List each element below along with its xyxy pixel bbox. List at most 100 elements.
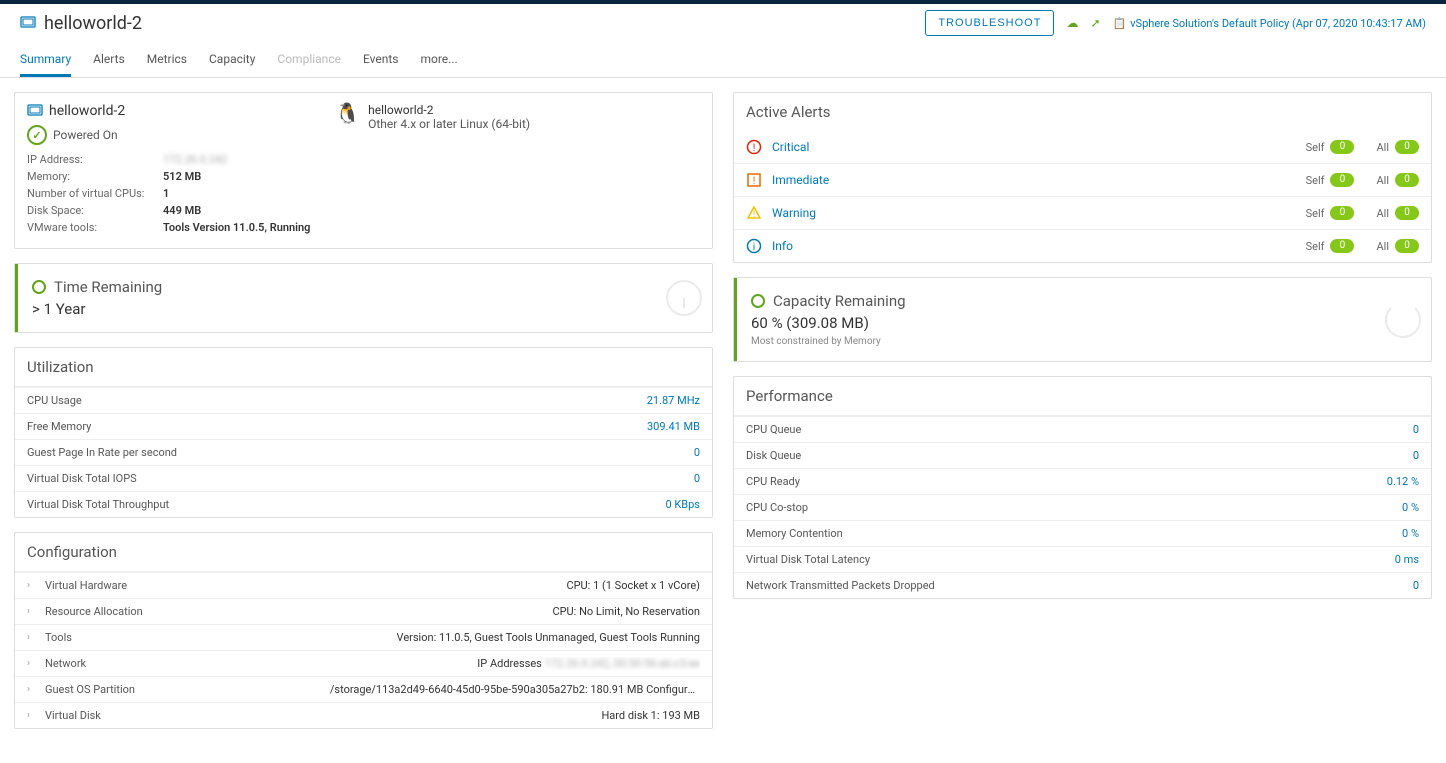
alert-all-badge: 0 — [1395, 206, 1419, 220]
tab-more-[interactable]: more... — [420, 44, 457, 77]
config-row[interactable]: ›Guest OS Partition/storage/113a2d49-664… — [15, 676, 712, 702]
metric-label: Guest Page In Rate per second — [27, 446, 177, 459]
info-value: Tools Version 11.0.5, Running — [163, 219, 310, 236]
power-on-icon — [27, 125, 47, 145]
metric-label: Virtual Disk Total IOPS — [27, 472, 137, 485]
info-key: IP Address: — [27, 151, 157, 168]
capacity-remaining-sub: Most constrained by Memory — [751, 336, 906, 347]
alert-link-info[interactable]: Info — [772, 239, 1296, 253]
metric-value[interactable]: 0 — [694, 446, 700, 459]
vm-icon — [20, 15, 36, 31]
os-desc: Other 4.x or later Linux (64-bit) — [368, 117, 530, 131]
tab-summary[interactable]: Summary — [20, 44, 71, 77]
linux-icon: 🐧 — [335, 103, 360, 123]
alert-link-critical[interactable]: Critical — [772, 140, 1296, 154]
policy-text: vSphere Solution's Default Policy (Apr 0… — [1130, 17, 1426, 30]
config-value: Hard disk 1: 193 MB — [601, 709, 700, 722]
config-row[interactable]: ›Resource AllocationCPU: No Limit, No Re… — [15, 598, 712, 624]
policy-link[interactable]: 📋 vSphere Solution's Default Policy (Apr… — [1113, 17, 1426, 30]
metric-label: Virtual Disk Total Latency — [746, 553, 870, 566]
metric-value[interactable]: 0 — [694, 472, 700, 485]
metric-row: Disk Queue0 — [734, 442, 1431, 468]
time-remaining-value: > 1 Year — [32, 300, 162, 318]
active-alerts-card: Active Alerts ! Critical Self 0 All 0! Immedia… — [733, 92, 1432, 263]
alert-all-badge: 0 — [1395, 140, 1419, 154]
clock-icon — [666, 280, 702, 316]
metric-row: Virtual Disk Total Latency 0 ms — [734, 546, 1431, 572]
tab-capacity[interactable]: Capacity — [209, 44, 255, 77]
alert-row-info: iInfoSelf0All0 — [734, 229, 1431, 262]
vm-info-table: IP Address:172.26.0.242Memory:512 MBNumb… — [15, 151, 712, 248]
metric-label: Memory Contention — [746, 527, 843, 540]
metric-value[interactable]: 0 — [1413, 449, 1419, 462]
metric-row: Guest Page In Rate per second 0 — [15, 439, 712, 465]
troubleshoot-button[interactable]: TROUBLESHOOT — [925, 10, 1054, 36]
alert-self-label: Self — [1306, 207, 1325, 220]
alert-self-badge: 0 — [1330, 173, 1354, 187]
metric-row: CPU Co-stop 0 % — [734, 494, 1431, 520]
metric-value[interactable]: 0 — [1413, 423, 1419, 436]
info-key: Memory: — [27, 168, 157, 185]
metric-value[interactable]: 0 KBps — [665, 498, 700, 511]
page-header: helloworld-2 TROUBLESHOOT ☁ ➚ 📋 vSphere … — [0, 4, 1446, 36]
vm-name: helloworld-2 — [49, 103, 125, 119]
utilization-card: Utilization CPU Usage21.87 MHzFree Memor… — [14, 347, 713, 518]
metric-row: Virtual Disk Total Throughput 0 KBps — [15, 491, 712, 517]
alert-self-badge: 0 — [1330, 239, 1354, 253]
policy-icon: 📋 — [1113, 17, 1127, 30]
metric-value[interactable]: 309.41 MB — [647, 420, 700, 433]
config-label: Resource Allocation — [45, 605, 143, 618]
status-ok-icon — [32, 280, 46, 294]
alert-self-badge: 0 — [1330, 140, 1354, 154]
metric-row: Free Memory309.41 MB — [15, 413, 712, 439]
alert-all-label: All — [1376, 174, 1389, 187]
active-alerts-title: Active Alerts — [734, 93, 1431, 131]
metric-row: Virtual Disk Total IOPS 0 — [15, 465, 712, 491]
metric-value[interactable]: 0 — [1413, 579, 1419, 592]
critical-icon: ! — [746, 139, 762, 155]
status-ok-icon — [751, 294, 765, 308]
metric-row: CPU Ready 0.12 % — [734, 468, 1431, 494]
config-row[interactable]: ›ToolsVersion: 11.0.5, Guest Tools Unman… — [15, 624, 712, 650]
metric-label: CPU Ready — [746, 475, 800, 488]
chevron-right-icon: › — [27, 632, 37, 643]
time-remaining-card: Time Remaining > 1 Year — [14, 263, 713, 333]
metric-label: Virtual Disk Total Throughput — [27, 498, 169, 511]
svg-text:!: ! — [753, 176, 756, 187]
info-value: 512 MB — [163, 168, 201, 185]
info-key: Disk Space: — [27, 202, 157, 219]
os-name: helloworld-2 — [368, 103, 530, 117]
metric-label: CPU Co-stop — [746, 501, 808, 514]
configuration-card: Configuration ›Virtual HardwareCPU: 1 (1… — [14, 532, 713, 729]
tab-compliance: Compliance — [277, 44, 341, 77]
cloud-icon: ☁ — [1066, 16, 1078, 30]
alert-link-immediate[interactable]: Immediate — [772, 173, 1296, 187]
alert-row-immediate: !ImmediateSelf0All0 — [734, 163, 1431, 196]
immediate-icon: ! — [746, 172, 762, 188]
tab-metrics[interactable]: Metrics — [147, 44, 187, 77]
warning-icon: ! — [746, 205, 762, 221]
capacity-remaining-title: Capacity Remaining — [773, 292, 906, 310]
performance-card: Performance CPU Queue0Disk Queue0CPU Rea… — [733, 376, 1432, 599]
capacity-remaining-card: Capacity Remaining 60 % (309.08 MB) Most… — [733, 277, 1432, 362]
config-label: Tools — [45, 631, 72, 644]
metric-value[interactable]: 0 % — [1402, 527, 1419, 540]
metric-value[interactable]: 0 ms — [1395, 553, 1419, 566]
tabs-bar: Summary Alerts Metrics Capacity Compliance Ev… — [0, 44, 1446, 78]
tab-alerts[interactable]: Alerts — [93, 44, 125, 77]
alert-self-label: Self — [1306, 174, 1325, 187]
config-row[interactable]: ›Virtual DiskHard disk 1: 193 MB — [15, 702, 712, 728]
alert-row-critical: !CriticalSelf0All0 — [734, 131, 1431, 163]
alert-all-label: All — [1376, 141, 1389, 154]
page-title: helloworld-2 — [44, 13, 142, 34]
metric-value[interactable]: 0 % — [1402, 501, 1419, 514]
chevron-right-icon: › — [27, 684, 37, 695]
config-row[interactable]: ›Virtual HardwareCPU: 1 (1 Socket x 1 vC… — [15, 572, 712, 598]
chevron-right-icon: › — [27, 580, 37, 591]
tab-events[interactable]: Events — [363, 44, 399, 77]
metric-value[interactable]: 0.12 % — [1387, 475, 1419, 488]
metric-value[interactable]: 21.87 MHz — [647, 394, 700, 407]
metric-row: CPU Usage21.87 MHz — [15, 387, 712, 413]
alert-link-warning[interactable]: Warning — [772, 206, 1296, 220]
config-row[interactable]: ›NetworkIP Addresses 172.26.0.242, 00:50… — [15, 650, 712, 676]
